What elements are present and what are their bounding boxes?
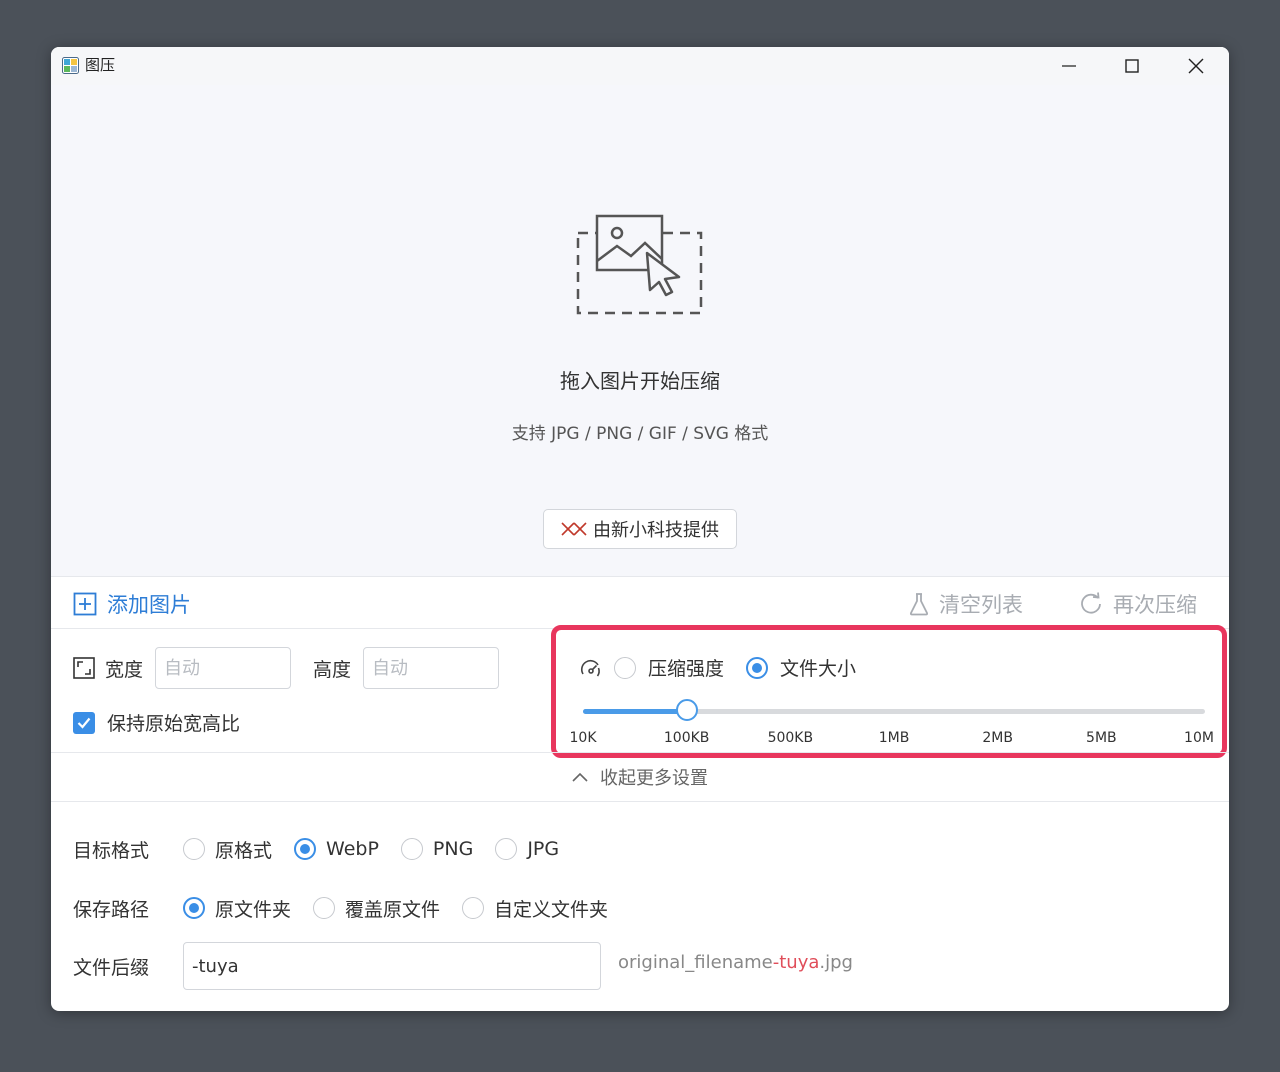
provider-logo-icon bbox=[561, 522, 587, 536]
height-label: 高度 bbox=[313, 658, 352, 681]
drop-zone[interactable]: 拖入图片开始压缩 支持 JPG / PNG / GIF / SVG 格式 由新小… bbox=[51, 85, 1229, 577]
filename-preview-suffix: -tuya bbox=[772, 952, 820, 973]
maximize-button[interactable] bbox=[1109, 51, 1155, 81]
drop-subtitle: 支持 JPG / PNG / GIF / SVG 格式 bbox=[511, 424, 769, 444]
filename-preview-ext: .jpg bbox=[819, 952, 853, 973]
refresh-icon bbox=[1081, 592, 1101, 614]
chevron-up-icon bbox=[572, 772, 588, 782]
slider-tick-label: 500KB bbox=[767, 730, 814, 746]
slider-tick-label: 5MB bbox=[1086, 730, 1117, 746]
add-image-button[interactable]: 添加图片 bbox=[73, 589, 191, 619]
size-settings: 宽度 高度 bbox=[73, 647, 500, 689]
close-icon bbox=[1188, 58, 1204, 74]
keep-ratio-label: 保持原始宽高比 bbox=[107, 713, 241, 735]
format-option[interactable]: WebP bbox=[294, 838, 379, 860]
action-toolbar: 添加图片 清空列表 再次压缩 bbox=[51, 577, 1229, 629]
flask-icon bbox=[909, 593, 929, 616]
filename-preview-base: original_filename bbox=[618, 952, 773, 973]
close-button[interactable] bbox=[1173, 51, 1219, 81]
mode-selector: 压缩强度 文件大小 bbox=[580, 654, 856, 681]
radio-button[interactable] bbox=[183, 838, 205, 860]
save-path-row: 保存路径 原文件夹 覆盖原文件 自定义文件夹 bbox=[73, 888, 630, 928]
format-option[interactable]: 原格式 bbox=[183, 836, 272, 863]
maximize-icon bbox=[1125, 59, 1139, 73]
minimize-button[interactable] bbox=[1046, 51, 1092, 81]
width-input[interactable] bbox=[155, 647, 292, 689]
file-suffix-row: 文件后缀 bbox=[73, 942, 601, 990]
gauge-icon bbox=[580, 659, 600, 676]
size-slider-thumb[interactable] bbox=[675, 699, 698, 721]
radio-label: 覆盖原文件 bbox=[345, 898, 441, 921]
size-slider-fill bbox=[583, 709, 687, 714]
format-option[interactable]: JPG bbox=[495, 838, 559, 860]
recompress-button[interactable]: 再次压缩 bbox=[1079, 589, 1197, 619]
provider-button[interactable]: 由新小科技提供 bbox=[543, 509, 737, 549]
plus-square-icon bbox=[73, 592, 97, 616]
recompress-label: 再次压缩 bbox=[1113, 593, 1197, 617]
slider-tick-label: 100KB bbox=[663, 730, 710, 746]
format-option[interactable]: PNG bbox=[400, 838, 474, 860]
radio-button[interactable] bbox=[313, 897, 336, 919]
slider-tick-label: 10M bbox=[1184, 730, 1214, 746]
radio-label: WebP bbox=[326, 838, 379, 860]
window-title: 图压 bbox=[85, 56, 116, 74]
provider-label: 由新小科技提供 bbox=[593, 520, 719, 541]
compression-mode-panel: 压缩强度 文件大小 10K 100KB 500KB 1MB 2MB 5MB 10M bbox=[551, 625, 1227, 758]
filename-preview: original_filename-tuya.jpg bbox=[618, 952, 853, 973]
save-option[interactable]: 覆盖原文件 bbox=[313, 895, 440, 922]
height-input[interactable] bbox=[363, 647, 500, 689]
compression-strength-label: 压缩强度 bbox=[648, 658, 725, 680]
target-format-label: 目标格式 bbox=[73, 839, 150, 862]
slider-tick-labels: 10K 100KB 500KB 1MB 2MB 5MB 10M bbox=[556, 730, 1222, 748]
radio-button[interactable] bbox=[183, 897, 205, 919]
title-bar: 图压 bbox=[51, 47, 1229, 85]
image-drop-icon bbox=[576, 214, 703, 315]
save-option[interactable]: 原文件夹 bbox=[183, 895, 291, 922]
resize-icon bbox=[73, 657, 95, 679]
clear-list-button[interactable]: 清空列表 bbox=[909, 589, 1023, 619]
radio-button[interactable] bbox=[462, 897, 485, 919]
radio-label: JPG bbox=[527, 838, 560, 860]
slider-tick-label: 2MB bbox=[982, 730, 1013, 746]
radio-label: PNG bbox=[432, 838, 474, 860]
save-path-label: 保存路径 bbox=[73, 898, 150, 921]
slider-tick-label: 1MB bbox=[878, 730, 910, 746]
radio-compression-strength[interactable] bbox=[614, 656, 636, 679]
radio-button[interactable] bbox=[294, 838, 317, 860]
target-format-row: 目标格式 原格式 WebP PNG JPG bbox=[73, 829, 581, 869]
radio-file-size[interactable] bbox=[746, 656, 769, 679]
clear-list-label: 清空列表 bbox=[939, 593, 1023, 617]
app-logo-icon bbox=[62, 57, 79, 74]
file-suffix-input[interactable] bbox=[183, 942, 601, 990]
radio-label: 原格式 bbox=[215, 839, 273, 862]
collapse-settings-label: 收起更多设置 bbox=[600, 768, 708, 789]
keep-ratio-checkbox[interactable] bbox=[73, 711, 95, 734]
radio-button[interactable] bbox=[400, 838, 423, 860]
file-suffix-label: 文件后缀 bbox=[73, 956, 150, 979]
radio-label: 原文件夹 bbox=[215, 898, 292, 921]
app-window: 图压 拖入图片开始压缩 支持 JPG / PNG / GIF / SVG 格式 bbox=[51, 47, 1229, 1011]
minimize-icon bbox=[1062, 65, 1076, 67]
radio-label: 自定义文件夹 bbox=[494, 898, 609, 921]
save-option[interactable]: 自定义文件夹 bbox=[462, 895, 608, 922]
collapse-settings-toggle[interactable]: 收起更多设置 bbox=[51, 752, 1229, 802]
width-label: 宽度 bbox=[105, 658, 144, 681]
checkmark-icon bbox=[77, 717, 91, 729]
drop-title: 拖入图片开始压缩 bbox=[560, 369, 720, 393]
keep-ratio-option[interactable]: 保持原始宽高比 bbox=[73, 709, 240, 736]
slider-tick-label: 10K bbox=[569, 730, 597, 746]
file-size-label: 文件大小 bbox=[780, 658, 857, 680]
radio-button[interactable] bbox=[495, 838, 518, 860]
add-image-label: 添加图片 bbox=[107, 593, 191, 617]
